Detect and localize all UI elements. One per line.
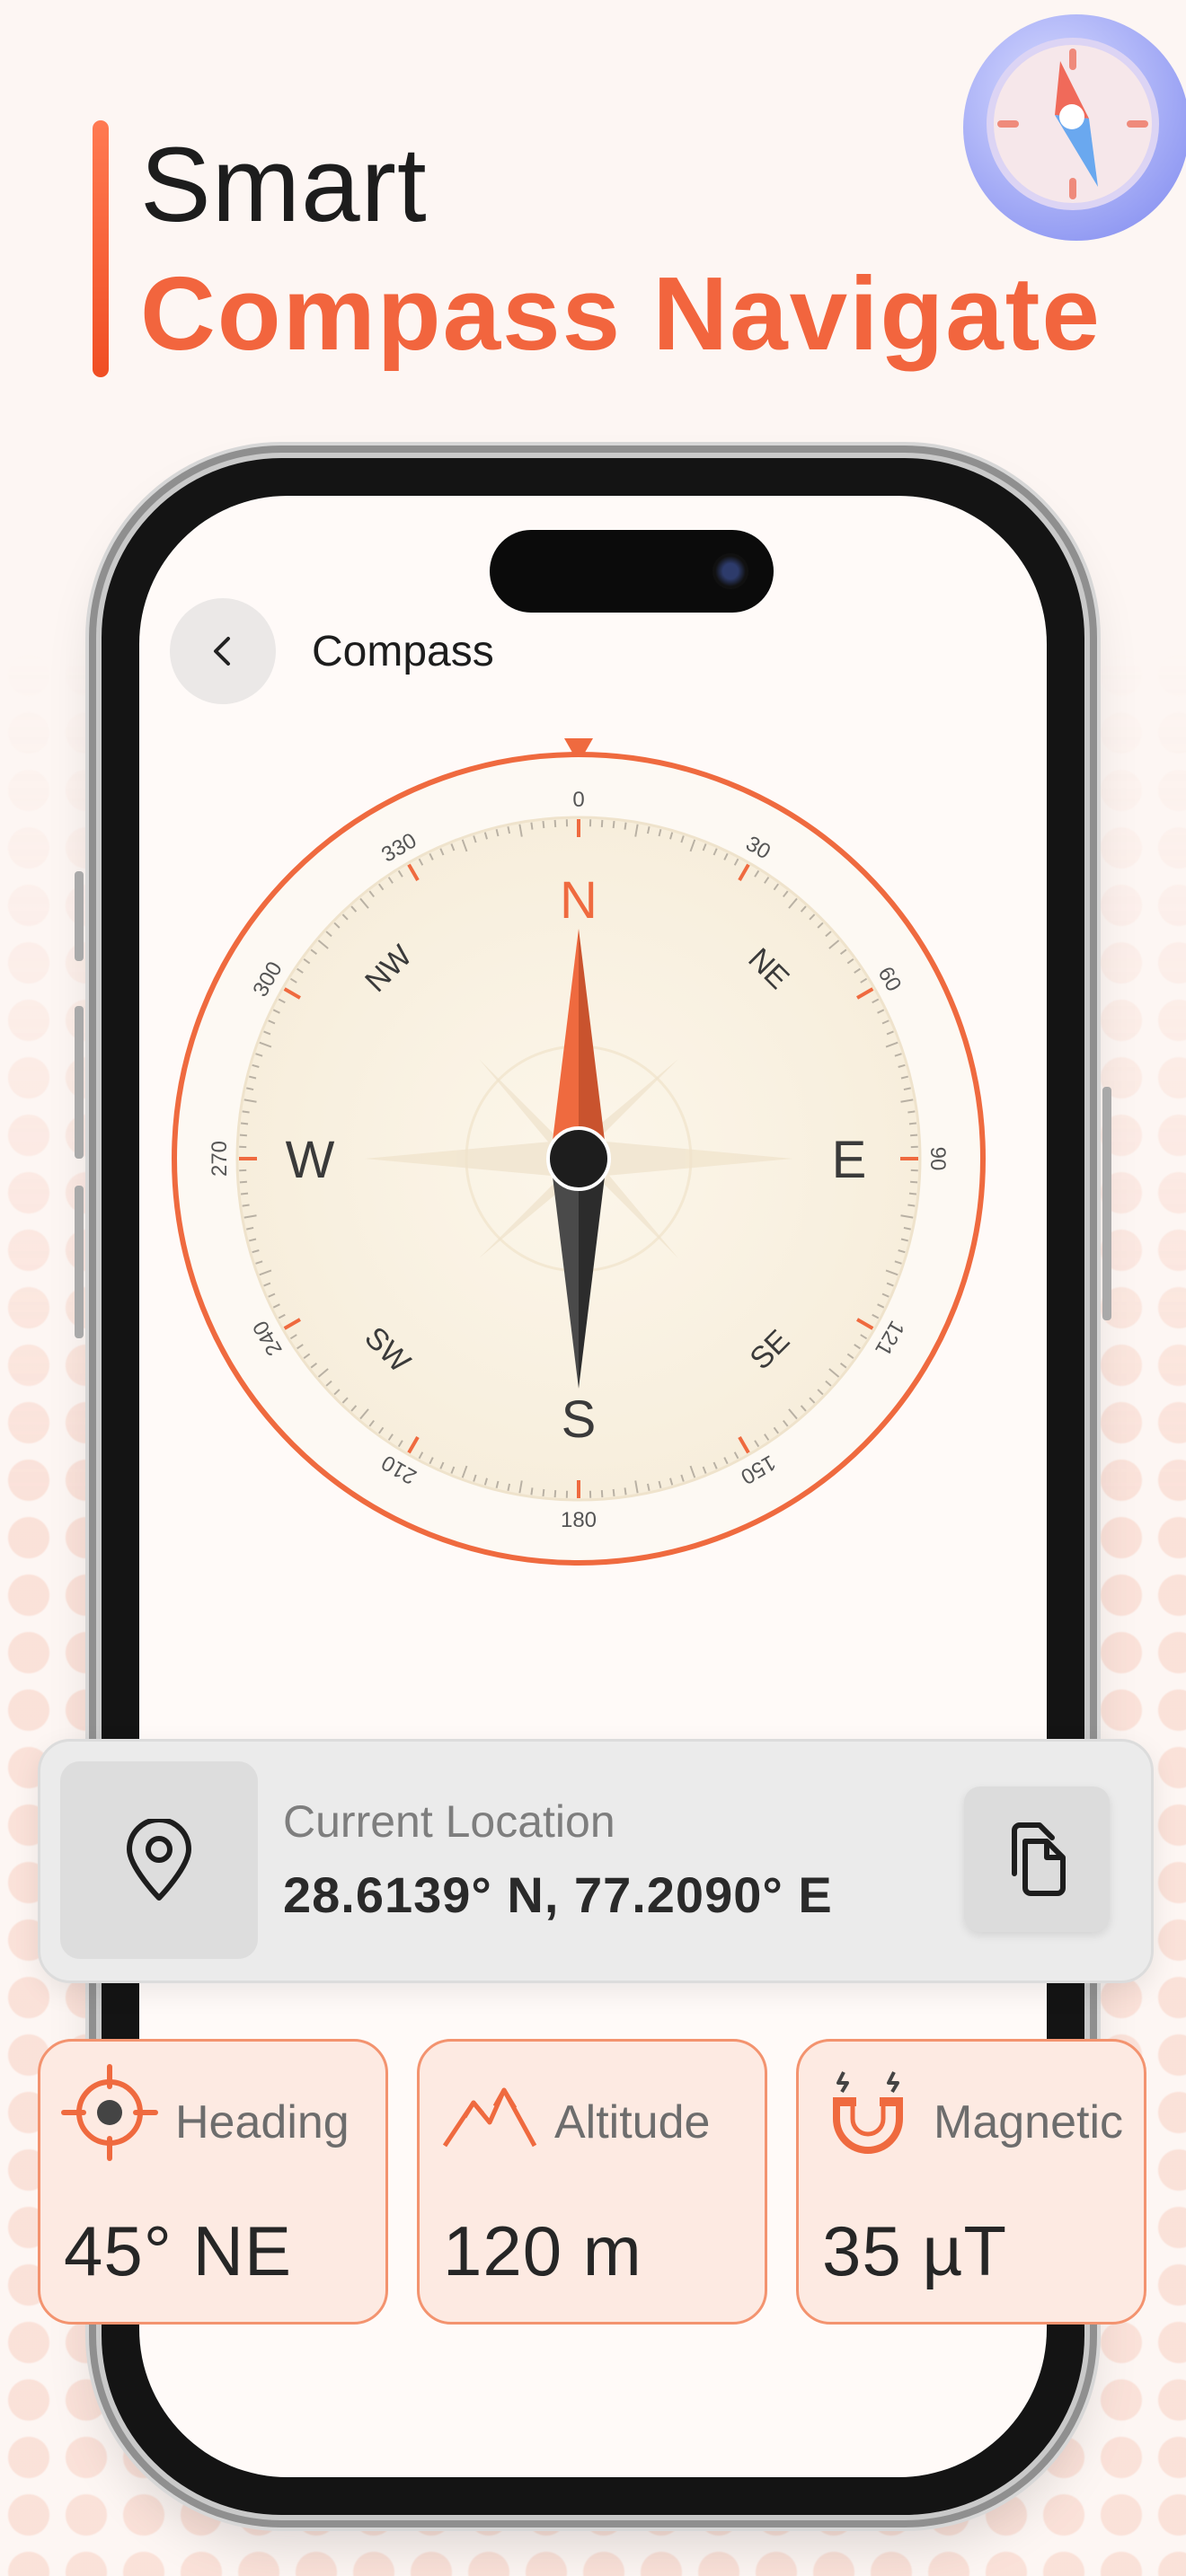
magnetic-label: Magnetic: [934, 2096, 1123, 2148]
phone-side-button: [1102, 1087, 1111, 1320]
compass-tick: [907, 1110, 916, 1114]
altitude-value: 120 m: [443, 2211, 642, 2290]
degree-label: 180: [561, 1508, 597, 1532]
compass-tick: [907, 1204, 916, 1207]
phone-side-button: [75, 1006, 84, 1159]
compass-tick: [240, 1192, 249, 1195]
mountain-icon: [442, 2087, 537, 2148]
phone-side-button: [75, 1186, 84, 1338]
compass-tick: [553, 819, 557, 827]
degree-label: 270: [208, 1141, 232, 1177]
compass-tick: [239, 1134, 247, 1137]
altitude-card: Altitude 120 m: [417, 2039, 767, 2325]
compass-tick: [910, 1180, 918, 1184]
compass-tick: [240, 1122, 249, 1125]
compass-tick: [908, 1192, 917, 1195]
compass-tick: [624, 1487, 627, 1495]
compass-tick: [908, 1122, 917, 1125]
compass-tick: [530, 1487, 534, 1495]
hero-title-line1: Smart: [140, 126, 428, 244]
hero-title-line2: Compass Navigate: [140, 255, 1102, 372]
magnetic-value: 35 µT: [822, 2211, 1008, 2290]
location-pin-icon: [127, 1819, 191, 1901]
phone-side-button: [75, 871, 84, 961]
compass-tick: [542, 1488, 545, 1497]
compass-tick: [553, 1490, 557, 1498]
compass-tick: [612, 1488, 615, 1497]
hero-accent-bar: [93, 120, 109, 377]
location-coordinates: 28.6139° N, 77.2090° E: [283, 1866, 833, 1923]
cardinal-west: W: [286, 1131, 335, 1189]
screen-title: Compass: [312, 628, 494, 675]
compass-tick: [612, 820, 615, 829]
heading-label: Heading: [175, 2096, 350, 2148]
camera-lens: [712, 553, 748, 589]
cardinal-south: S: [562, 1390, 597, 1449]
copy-button[interactable]: [964, 1786, 1110, 1932]
magnet-icon: [833, 2071, 903, 2154]
degree-label: 0: [572, 788, 584, 812]
compass-badge-icon: [963, 14, 1186, 241]
magnetic-card: Magnetic 35 µT: [796, 2039, 1146, 2325]
location-pin-box: [60, 1761, 258, 1959]
cardinal-north: N: [560, 871, 597, 930]
cardinal-east: E: [832, 1131, 867, 1189]
dynamic-island: [490, 530, 774, 613]
altitude-label: Altitude: [554, 2096, 711, 2148]
back-button[interactable]: [170, 598, 276, 704]
crosshair-icon: [61, 2064, 158, 2161]
compass-tick: [239, 1180, 247, 1184]
degree-label: 90: [925, 1147, 950, 1171]
compass-tick: [242, 1110, 250, 1114]
compass-tick: [624, 822, 627, 830]
current-location-card: Current Location 28.6139° N, 77.2090° E: [38, 1739, 1154, 1983]
compass-tick: [530, 822, 534, 830]
chevron-left-icon: [214, 637, 230, 666]
heading-value: 45° NE: [64, 2211, 292, 2290]
heading-card: Heading 45° NE: [38, 2039, 388, 2325]
location-label: Current Location: [283, 1796, 615, 1847]
compass-tick: [242, 1204, 250, 1207]
compass-tick: [910, 1134, 918, 1137]
compass-tick: [542, 820, 545, 829]
compass-tick: [600, 819, 604, 827]
copy-icon: [1012, 1822, 1066, 1896]
compass-tick: [600, 1490, 604, 1498]
compass-dial: 0 30 60 90 121 150 180 210 240 270 300 3…: [172, 738, 986, 1566]
